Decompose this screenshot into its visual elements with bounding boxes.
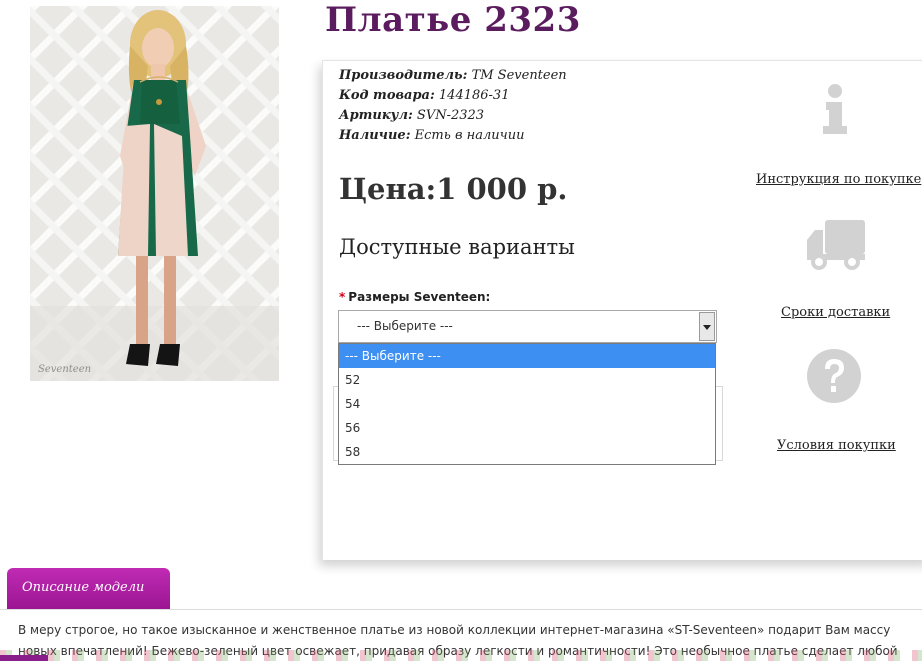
meta-manufacturer: Производитель: ТМ Seventeen <box>339 66 567 86</box>
sku-label: Артикул: <box>339 108 413 123</box>
question-icon[interactable] <box>806 348 862 408</box>
truck-icon[interactable] <box>805 218 867 274</box>
decorative-border <box>0 650 922 661</box>
meta-sku: Артикул: SVN-2323 <box>339 106 567 126</box>
chevron-down-icon[interactable] <box>699 312 715 341</box>
code-value: 144186-31 <box>438 88 510 103</box>
size-option[interactable]: 58 <box>339 440 715 464</box>
product-meta: Производитель: ТМ Seventeen Код товара: … <box>339 66 567 146</box>
meta-stock: Наличие: Есть в наличии <box>339 126 567 146</box>
manufacturer-label: Производитель: <box>339 68 468 83</box>
manufacturer-value[interactable]: ТМ Seventeen <box>472 68 567 83</box>
size-select-value: --- Выберите --- <box>357 319 453 333</box>
code-label: Код товара: <box>339 88 435 103</box>
decorative-accent <box>0 655 48 661</box>
size-dropdown-list[interactable]: --- Выберите --- 52 54 56 58 <box>338 343 716 465</box>
stock-label: Наличие: <box>339 128 411 143</box>
tab-description-label: Описание модели <box>22 580 145 595</box>
variants-heading: Доступные варианты <box>339 235 575 259</box>
meta-code: Код товара: 144186-31 <box>339 86 567 106</box>
delivery-link[interactable]: Сроки доставки <box>781 305 890 320</box>
stock-value: Есть в наличии <box>414 128 525 143</box>
size-label-text: Размеры Seventeen: <box>348 290 491 304</box>
size-option[interactable]: 54 <box>339 392 715 416</box>
description-line: В меру строгое, но такое изысканное и же… <box>18 623 891 637</box>
size-option[interactable]: 52 <box>339 368 715 392</box>
terms-link[interactable]: Условия покупки <box>777 438 896 453</box>
instructions-link[interactable]: Инструкция по покупке <box>756 172 921 187</box>
product-price: Цена:1 000 р. <box>339 172 568 206</box>
size-label: * Размеры Seventeen: <box>339 290 490 304</box>
tab-divider <box>0 609 922 610</box>
size-option[interactable]: 56 <box>339 416 715 440</box>
tab-description[interactable]: Описание модели <box>7 568 170 610</box>
dress-model-image: Seventeen <box>30 6 279 381</box>
photo-watermark: Seventeen <box>38 364 91 375</box>
product-title: Платье 2323 <box>325 0 581 40</box>
size-option[interactable]: --- Выберите --- <box>339 344 715 368</box>
required-mark: * <box>339 290 346 304</box>
product-photo[interactable]: Seventeen <box>30 6 279 381</box>
size-select[interactable]: --- Выберите --- <box>338 310 717 343</box>
info-icon[interactable] <box>812 82 858 140</box>
sku-value: SVN-2323 <box>416 108 485 123</box>
